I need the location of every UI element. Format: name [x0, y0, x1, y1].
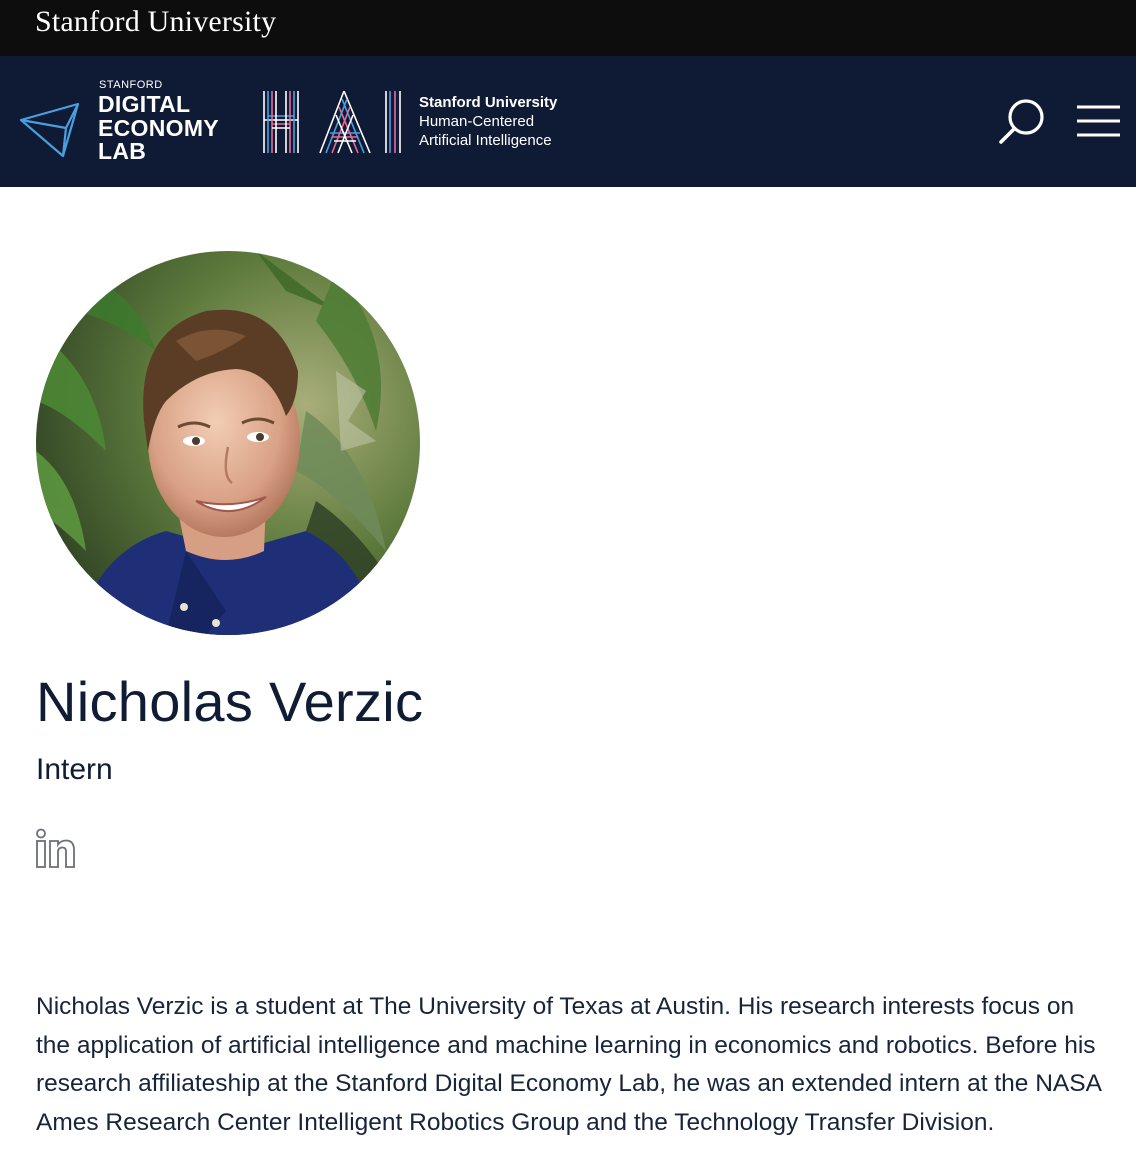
hai-line-2: Human-Centered — [419, 113, 535, 130]
stanford-university-link[interactable]: Stanford University — [35, 4, 276, 40]
lab-logo-line-2: ECONOMY — [98, 115, 219, 141]
triangle-logo-icon — [19, 102, 80, 158]
hai-mark-icon — [263, 90, 401, 154]
search-button[interactable] — [996, 96, 1048, 148]
linkedin-icon — [36, 828, 75, 868]
profile-name: Nicholas Verzic — [36, 670, 424, 733]
hai-line-3: Artificial Intelligence — [419, 132, 552, 149]
stanford-hai-logo[interactable]: Stanford University Human-Centered Artif… — [262, 89, 582, 155]
lab-logo-small-text: STANFORD — [99, 79, 163, 91]
lab-logo-line-1: DIGITAL — [98, 91, 191, 117]
search-icon — [999, 99, 1044, 144]
lab-logo-line-3: LAB — [98, 138, 147, 164]
digital-economy-lab-logo[interactable]: STANFORD DIGITAL ECONOMY LAB — [18, 76, 238, 166]
profile-role: Intern — [36, 753, 113, 786]
profile-photo — [36, 251, 420, 635]
profile-bio: Nicholas Verzic is a student at The Univ… — [36, 993, 1101, 1136]
portrait-image — [36, 251, 420, 635]
hai-line-1: Stanford University — [419, 94, 558, 111]
linkedin-link[interactable] — [34, 828, 78, 870]
stanford-topbar: Stanford University — [0, 0, 1136, 56]
site-header: STANFORD DIGITAL ECONOMY LAB Stanford Un… — [0, 56, 1136, 187]
hamburger-menu-icon — [1077, 105, 1120, 137]
hai-logo-text: Stanford University Human-Centered Artif… — [419, 93, 557, 150]
menu-button[interactable] — [1074, 101, 1122, 141]
